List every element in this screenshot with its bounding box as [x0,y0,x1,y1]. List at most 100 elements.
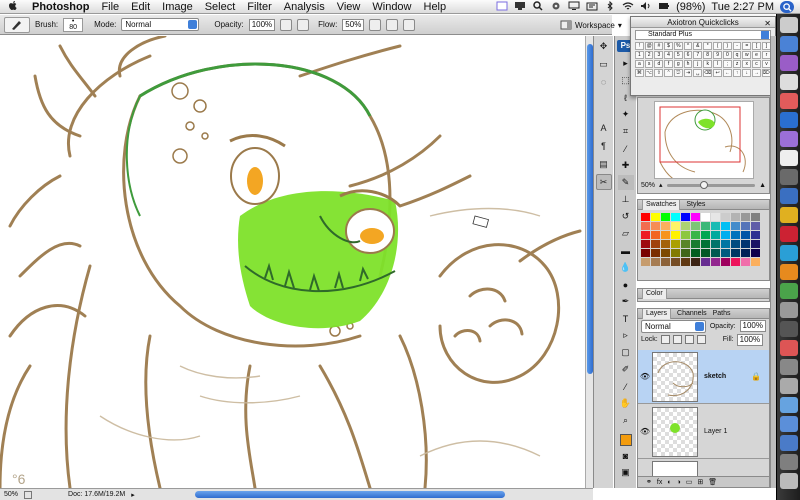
link-icon[interactable]: ⚭ [646,478,652,486]
opacity-slider-button[interactable] [280,18,293,31]
key[interactable]: 8 [703,51,713,59]
dock-app-icon[interactable] [779,245,798,261]
key[interactable]: a [635,60,644,68]
tab-color[interactable]: Color [642,288,667,299]
swatch[interactable] [741,222,750,230]
dock-app-icon[interactable] [779,416,798,432]
swatch[interactable] [641,231,650,239]
eyedropper-icon[interactable]: ⁄ [618,141,634,156]
swatch[interactable] [661,249,670,257]
swatch[interactable] [721,222,730,230]
folder-icon[interactable]: ▭ [686,478,693,486]
lock-all-icon[interactable] [696,335,706,344]
key[interactable]: ← [722,69,732,77]
history-brush-icon[interactable]: ↺ [618,209,634,224]
dock-app-icon[interactable] [779,226,798,242]
swatch[interactable] [741,240,750,248]
key[interactable]: k [703,60,713,68]
status-arrow-icon[interactable]: ▸ [131,491,135,499]
canvas-horizontal-scroll-thumb[interactable] [195,491,505,498]
tab-swatches[interactable]: Swatches [642,199,681,210]
pen-pressure-toggle[interactable] [297,18,310,31]
blur-icon[interactable]: 💧 [618,260,634,275]
swatch[interactable] [691,249,700,257]
swatch[interactable] [671,258,680,266]
swatch[interactable] [721,231,730,239]
brush-size-picker[interactable]: • 80 [63,17,84,32]
dock-app-icon[interactable] [779,207,798,223]
swatch[interactable] [731,231,740,239]
type-icon[interactable]: T [618,311,634,326]
key[interactable]: 9 [713,51,722,59]
key[interactable]: ⇥ [683,69,693,77]
key[interactable]: ⇧ [654,69,664,77]
move-tool-icon[interactable]: ✥ [596,38,612,54]
swatch[interactable] [691,258,700,266]
dock-app-icon[interactable] [779,188,798,204]
tab-channels[interactable]: Channels [677,310,707,317]
zoom-level[interactable]: 50% [4,491,18,498]
shape-icon[interactable]: ▢ [618,345,634,360]
swatch[interactable] [721,249,730,257]
key[interactable]: 7 [693,51,703,59]
dock-app-icon[interactable] [779,112,798,128]
swatch[interactable] [661,213,670,221]
swatch[interactable] [691,222,700,230]
monitor-icon[interactable] [568,1,580,14]
layer-opacity-field[interactable]: 100% [739,320,766,332]
brush-icon[interactable]: ✎ [617,175,634,190]
swatch[interactable] [691,240,700,248]
lock-position-icon[interactable] [684,335,694,344]
swatch[interactable] [641,249,650,257]
pressure-size-toggle[interactable] [403,18,416,31]
swatch[interactable] [731,240,740,248]
dock-app-icon[interactable] [779,378,798,394]
swatch[interactable] [731,258,740,266]
swatch[interactable] [751,213,760,221]
key[interactable]: 5 [673,51,683,59]
fill-field[interactable]: 100% [736,333,764,346]
spotlight-mini-icon[interactable] [532,0,544,14]
crossed-tools-icon[interactable]: ✂ [595,174,612,190]
dock-app-icon[interactable] [779,283,798,299]
eyedropper2-icon[interactable]: ⁄ [618,379,634,394]
dock-app-icon[interactable] [779,169,798,185]
lock-pixels-icon[interactable] [672,335,682,344]
key[interactable]: 4 [664,51,673,59]
swatch[interactable] [671,240,680,248]
dock-app-icon[interactable] [779,454,798,470]
swatch[interactable] [651,258,660,266]
quick-mask-icon[interactable]: ◙ [618,448,634,463]
key[interactable]: d [654,60,664,68]
dock-app-icon[interactable] [779,55,798,71]
swatch[interactable] [731,222,740,230]
swatch[interactable] [661,258,670,266]
swatch[interactable] [701,231,710,239]
key[interactable]: j [693,60,703,68]
swatch[interactable] [721,213,730,221]
dock-app-icon[interactable] [779,74,798,90]
swatch[interactable] [711,249,720,257]
menu-help[interactable]: Help [418,1,453,13]
crop-icon[interactable]: ⌗ [618,124,634,139]
dock-app-icon[interactable] [779,17,798,33]
hand-icon[interactable]: ✋ [618,396,634,411]
key[interactable]: - [732,42,742,50]
key[interactable]: ␣ [693,69,703,77]
swatch[interactable] [651,249,660,257]
dock-app-icon[interactable] [779,150,798,166]
swatch[interactable] [661,222,670,230]
key[interactable]: l [713,60,722,68]
key[interactable]: % [673,42,683,50]
swatch[interactable] [691,213,700,221]
swatch[interactable] [671,213,680,221]
dock-app-icon[interactable] [779,131,798,147]
key[interactable]: ⎋ [673,69,683,77]
swatch[interactable] [661,231,670,239]
zoom-out-icon[interactable]: ▴ [659,181,663,189]
swatch[interactable] [641,240,650,248]
screen-mode-icon[interactable]: ▣ [618,465,634,480]
adjustment-icon[interactable]: ◑ [677,479,681,486]
swatch[interactable] [701,249,710,257]
paragraph-tool-icon[interactable]: ¶ [596,138,612,154]
